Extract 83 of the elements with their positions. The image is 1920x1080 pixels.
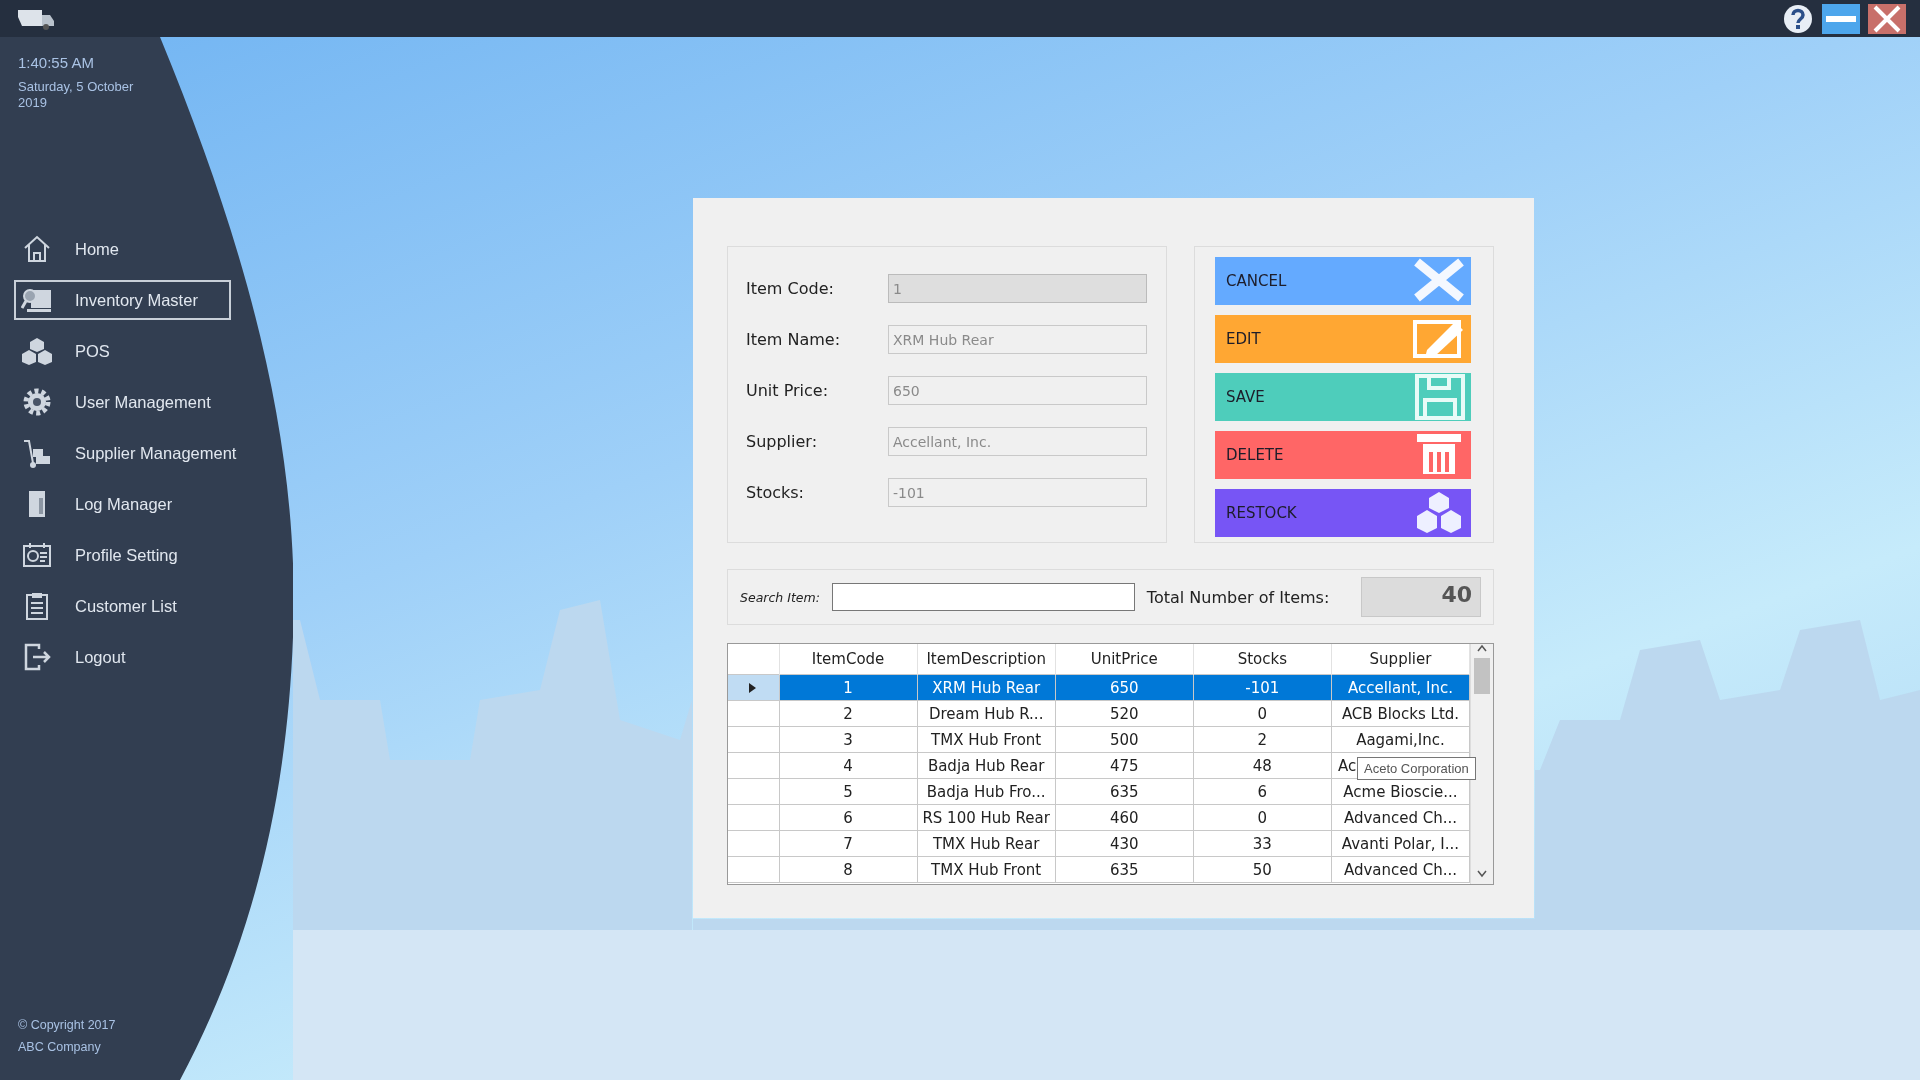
table-cell: 48 — [1193, 752, 1332, 779]
action-button[interactable]: CANCEL — [1215, 257, 1471, 305]
sidebar-item[interactable]: Profile Setting — [14, 535, 231, 575]
table-cell: 6 — [779, 804, 918, 831]
sidebar-item[interactable]: POS — [14, 331, 231, 371]
help-icon[interactable] — [1782, 2, 1814, 35]
table-cell: 8 — [779, 856, 918, 883]
field-label: Item Name: — [746, 330, 842, 349]
table-cell: 4 — [779, 752, 918, 779]
table-cell: Accellant, Inc. — [1331, 674, 1470, 701]
table-cell: -101 — [1193, 674, 1332, 701]
table-cell: Aagami,Inc. — [1331, 726, 1470, 753]
table-row[interactable]: 8 TMX Hub Front 635 50 Advanced Ch... — [728, 856, 1470, 883]
search-field[interactable] — [831, 583, 1135, 611]
table-cell: 0 — [1193, 804, 1332, 831]
table-cell: Avanti Polar, I... — [1331, 830, 1470, 857]
sidebar-item[interactable]: Supplier Management — [14, 433, 245, 473]
scroll-down-icon[interactable] — [1477, 870, 1488, 878]
total-count: 40 — [1361, 577, 1481, 617]
copyright-text: © Copyright 2017 — [18, 1018, 116, 1032]
table-cell: Badja Hub Rear — [917, 752, 1056, 779]
table-cell: 500 — [1055, 726, 1194, 753]
company-name: ABC Company — [18, 1040, 101, 1054]
table-cell: TMX Hub Rear — [917, 830, 1056, 857]
sidebar-item[interactable]: Log Manager — [14, 484, 231, 524]
minimize-icon[interactable] — [1822, 3, 1860, 34]
table-cell: 635 — [1055, 856, 1194, 883]
scrollbar[interactable] — [1470, 644, 1493, 884]
action-button[interactable]: EDIT — [1215, 315, 1471, 363]
table-cell: 6 — [1193, 778, 1332, 805]
field-label: Stocks: — [746, 483, 805, 502]
table-cell: Advanced Ch... — [1331, 804, 1470, 831]
table-cell: 50 — [1193, 856, 1332, 883]
table-row[interactable]: 3 TMX Hub Front 500 2 Aagami,Inc. — [728, 726, 1470, 753]
action-button[interactable]: SAVE — [1215, 373, 1471, 421]
table-cell: ACB Blocks Ltd. — [1331, 700, 1470, 727]
clock-time: 1:40:55 AM — [18, 54, 94, 71]
close-icon[interactable] — [1868, 3, 1906, 34]
table-cell: 7 — [779, 830, 918, 857]
table-cell: 5 — [779, 778, 918, 805]
clock-date: Saturday, 5 October 2019 — [18, 79, 135, 111]
table-cell: 460 — [1055, 804, 1194, 831]
field-label: Supplier: — [746, 432, 819, 451]
table-cell: 475 — [1055, 752, 1194, 779]
table-row[interactable]: 1 XRM Hub Rear 650 -101 Accellant, Inc. — [728, 674, 1470, 701]
table-cell: 635 — [1055, 778, 1194, 805]
sidebar-item[interactable]: Customer List — [14, 586, 231, 626]
action-button[interactable]: DELETE — [1215, 431, 1471, 479]
tooltip: Aceto Corporation — [1357, 757, 1476, 780]
field-label: Unit Price: — [746, 381, 830, 400]
scroll-thumb[interactable] — [1474, 658, 1491, 694]
table-cell: 430 — [1055, 830, 1194, 857]
search-label: Search Item: — [740, 589, 820, 605]
table-cell: 2 — [779, 700, 918, 727]
table-cell: 1 — [779, 674, 918, 701]
table-cell: Advanced Ch... — [1331, 856, 1470, 883]
table-cell: TMX Hub Front — [917, 856, 1056, 883]
row-pointer-icon — [749, 682, 758, 693]
sidebar-item[interactable]: Inventory Master — [14, 280, 231, 320]
action-button[interactable]: RESTOCK — [1215, 489, 1471, 537]
table-cell: 520 — [1055, 700, 1194, 727]
sidebar-item[interactable]: Home — [14, 229, 231, 269]
cubes-icon — [21, 335, 53, 367]
table-cell: XRM Hub Rear — [917, 674, 1056, 701]
table-cell: 33 — [1193, 830, 1332, 857]
table-cell: RS 100 Hub Rear — [917, 804, 1056, 831]
scroll-up-icon[interactable] — [1477, 644, 1488, 652]
field-label: Item Code: — [746, 279, 835, 298]
table-row[interactable]: 6 RS 100 Hub Rear 460 0 Advanced Ch... — [728, 804, 1470, 831]
table-cell: 0 — [1193, 700, 1332, 727]
total-label: Total Number of Items: — [1146, 587, 1330, 607]
table-cell: Badja Hub Fro... — [917, 778, 1056, 805]
sidebar-item[interactable]: User Management — [14, 382, 231, 422]
hand-truck-icon — [21, 437, 53, 469]
settings-icon — [21, 386, 53, 418]
table-cell: 650 — [1055, 674, 1194, 701]
table-cell: 3 — [779, 726, 918, 753]
table-cell: 2 — [1193, 726, 1332, 753]
table-row[interactable]: 7 TMX Hub Rear 430 33 Avanti Polar, I... — [728, 830, 1470, 857]
table-cell: TMX Hub Front — [917, 726, 1056, 753]
table-cell: Dream Hub R... — [917, 700, 1056, 727]
sidebar-item[interactable]: Logout — [14, 637, 231, 677]
table-row[interactable]: 2 Dream Hub R... 520 0 ACB Blocks Ltd. — [728, 700, 1470, 727]
